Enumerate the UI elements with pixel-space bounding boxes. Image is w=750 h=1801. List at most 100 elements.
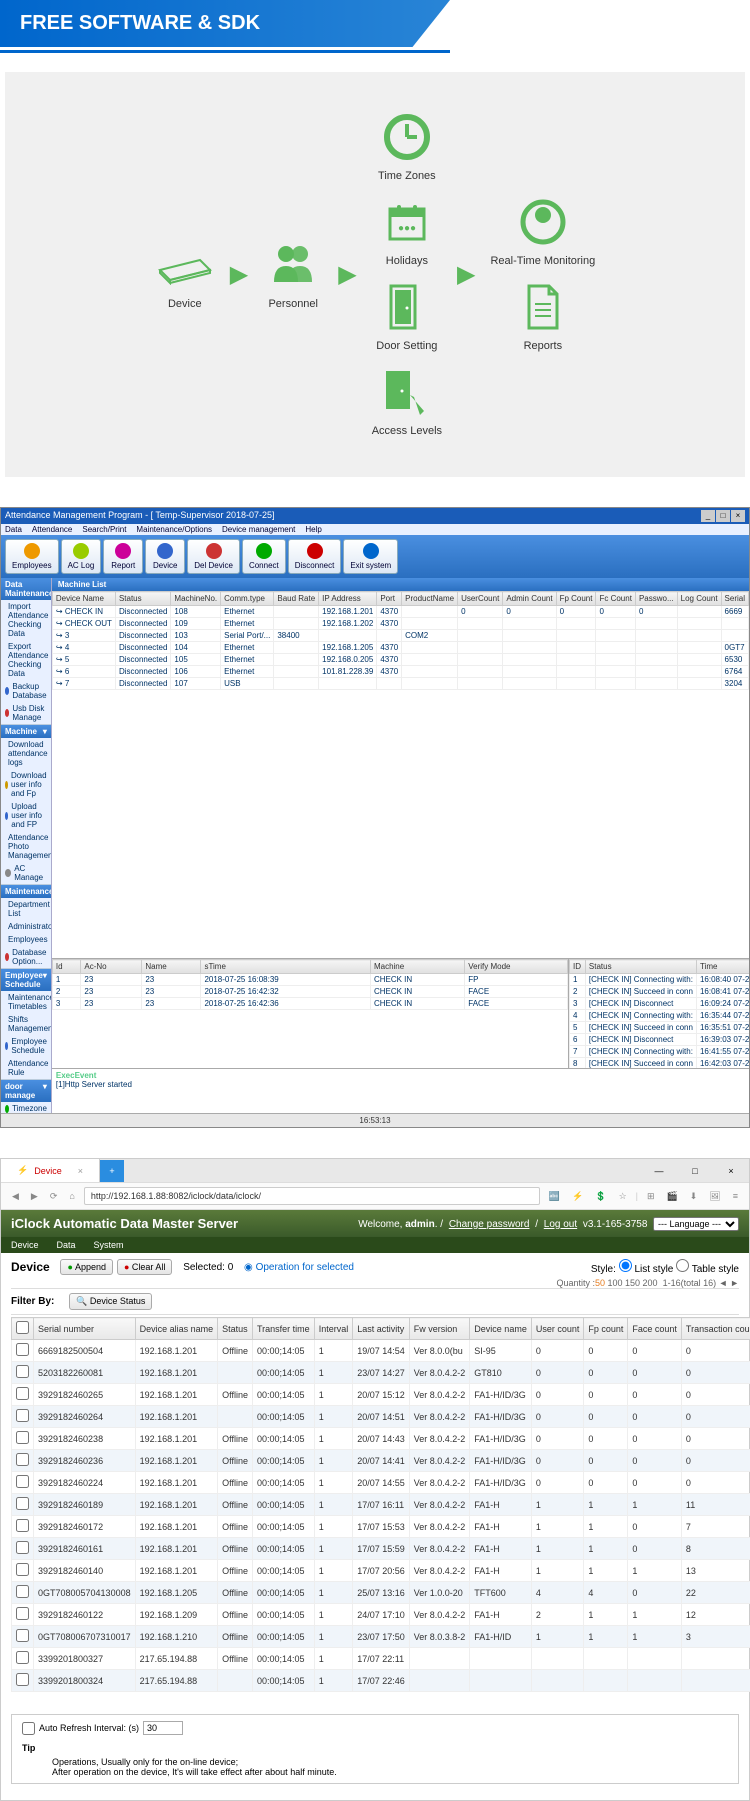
table-row[interactable]: 223232018-07-25 16:42:32CHECK INFACE (52, 986, 567, 998)
table-row[interactable]: ↪ 4Disconnected104Ethernet192.168.1.2054… (52, 642, 748, 654)
row-checkbox[interactable] (16, 1585, 29, 1598)
column-header[interactable]: Id (52, 960, 81, 974)
table-row[interactable]: 3929182460238192.168.1.201Offline00:00;1… (12, 1428, 750, 1450)
column-header[interactable]: User count (531, 1318, 584, 1340)
sidebar-item[interactable]: Download user info and Fp (1, 769, 51, 800)
status-log-table[interactable]: IDStatusTime 1[CHECK IN] Connecting with… (569, 959, 749, 1068)
table-row[interactable]: 0GT708005704130008192.168.1.205Offline00… (12, 1582, 750, 1604)
column-header[interactable]: MachineNo. (171, 592, 221, 606)
row-checkbox[interactable] (16, 1409, 29, 1422)
extension-icon[interactable]: 🎬 (664, 1191, 681, 1202)
sidebar-item[interactable]: Backup Database (1, 680, 51, 702)
menu-item[interactable]: Data (5, 525, 22, 534)
column-header[interactable]: Ac-No (81, 960, 142, 974)
column-header[interactable]: ProductName (402, 592, 458, 606)
table-row[interactable]: 7[CHECK IN] Connecting with:16:41:55 07-… (570, 1046, 750, 1058)
table-row[interactable]: 3929182460140192.168.1.201Offline00:00;1… (12, 1560, 750, 1582)
extension-icon[interactable]: ⊞ (644, 1191, 658, 1202)
column-header[interactable]: ID (570, 960, 586, 974)
row-checkbox[interactable] (16, 1475, 29, 1488)
minimize-button[interactable]: — (641, 1160, 677, 1182)
column-header[interactable]: sTime (201, 960, 371, 974)
nav-item[interactable]: System (94, 1240, 124, 1250)
table-row[interactable]: 3[CHECK IN] Disconnect16:09:24 07-25 (570, 998, 750, 1010)
toolbar-disconnect[interactable]: Disconnect (288, 539, 342, 574)
close-button[interactable]: × (713, 1160, 749, 1182)
new-tab-button[interactable]: + (100, 1160, 124, 1182)
op-for-selected[interactable]: ◉ Operation for selected (244, 1262, 354, 1273)
close-button[interactable]: × (731, 510, 745, 522)
toolbar-device[interactable]: Device (145, 539, 185, 574)
sidebar-item[interactable]: Usb Disk Manage (1, 702, 51, 724)
row-checkbox[interactable] (16, 1519, 29, 1532)
append-button[interactable]: ● Append (60, 1259, 112, 1275)
toolbar-del-device[interactable]: Del Device (187, 539, 240, 574)
select-all-checkbox[interactable] (16, 1321, 29, 1334)
row-checkbox[interactable] (16, 1541, 29, 1554)
reload-button[interactable]: ⟳ (47, 1191, 61, 1202)
forward-button[interactable]: ▶ (28, 1191, 41, 1202)
back-button[interactable]: ◀ (9, 1191, 22, 1202)
sidebar-item[interactable]: Export Attendance Checking Data (1, 640, 51, 680)
column-header[interactable]: Comm.type (221, 592, 274, 606)
extension-icon[interactable]: 🔤 (546, 1191, 563, 1202)
sidebar-item[interactable]: Administrator (1, 920, 51, 933)
close-tab-icon[interactable]: × (78, 1166, 83, 1176)
sidebar-item[interactable]: Timezone (1, 1102, 51, 1113)
menu-item[interactable]: Device management (222, 525, 295, 534)
column-header[interactable]: Status (218, 1318, 253, 1340)
machine-list-table[interactable]: Device NameStatusMachineNo.Comm.typeBaud… (52, 591, 749, 690)
column-header[interactable]: Verify Mode (465, 960, 568, 974)
table-row[interactable]: 1[CHECK IN] Connecting with:16:08:40 07-… (570, 974, 750, 986)
column-header[interactable]: Status (115, 592, 170, 606)
table-row[interactable]: 3399201800327217.65.194.88Offline00:00;1… (12, 1648, 750, 1670)
sidebar-item[interactable]: Maintenance Timetables (1, 991, 51, 1013)
sidebar-item[interactable]: Upload user info and FP (1, 800, 51, 831)
table-row[interactable]: 5[CHECK IN] Succeed in conn16:35:51 07-2… (570, 1022, 750, 1034)
column-header[interactable]: UserCount (458, 592, 503, 606)
extension-icon[interactable]: ⚡ (569, 1191, 586, 1202)
column-header[interactable] (12, 1318, 34, 1340)
column-header[interactable]: Log Count (677, 592, 721, 606)
toolbar-report[interactable]: Report (103, 539, 143, 574)
column-header[interactable]: Admin Count (503, 592, 556, 606)
sidebar-item[interactable]: Database Option... (1, 946, 51, 968)
row-checkbox[interactable] (16, 1365, 29, 1378)
toolbar-connect[interactable]: Connect (242, 539, 286, 574)
browser-tab[interactable]: ⚡Device× (1, 1159, 100, 1182)
table-row[interactable]: 323232018-07-25 16:42:36CHECK INFACE (52, 998, 567, 1010)
table-row[interactable]: ↪ 3Disconnected103Serial Port/...38400CO… (52, 630, 748, 642)
nav-item[interactable]: Device (11, 1240, 39, 1250)
device-status-button[interactable]: 🔍 Device Status (69, 1293, 152, 1310)
table-row[interactable]: 6669182500504192.168.1.201Offline00:00;1… (12, 1340, 750, 1362)
column-header[interactable]: Machine (370, 960, 464, 974)
column-header[interactable]: Serial (721, 592, 748, 606)
column-header[interactable]: Port (377, 592, 402, 606)
row-checkbox[interactable] (16, 1673, 29, 1686)
column-header[interactable]: Baud Rate (274, 592, 319, 606)
column-header[interactable]: Fw version (409, 1318, 470, 1340)
nav-prev[interactable]: ◄ (719, 1278, 728, 1288)
table-row[interactable]: 5203182260081192.168.1.20100:00;14:05123… (12, 1362, 750, 1384)
language-select[interactable]: --- Language --- (653, 1217, 739, 1231)
table-row[interactable]: 3929182460264192.168.1.20100:00;14:05120… (12, 1406, 750, 1428)
menu-item[interactable]: Search/Print (82, 525, 126, 534)
row-checkbox[interactable] (16, 1497, 29, 1510)
sidebar-item[interactable]: Employee Schedule (1, 1035, 51, 1057)
menu-item[interactable]: Maintenance/Options (136, 525, 212, 534)
sidebar-header[interactable]: Maintenance/Options▾ (1, 885, 51, 898)
maximize-button[interactable]: □ (716, 510, 730, 522)
sidebar-item[interactable]: Download attendance logs (1, 738, 51, 769)
row-checkbox[interactable] (16, 1629, 29, 1642)
log-table[interactable]: IdAc-NoNamesTimeMachineVerify Mode 12323… (52, 959, 568, 1010)
menu-item[interactable]: Attendance (32, 525, 72, 534)
sidebar-header[interactable]: door manage▾ (1, 1080, 51, 1102)
column-header[interactable]: Face count (628, 1318, 682, 1340)
sidebar-item[interactable]: Attendance Photo Management (1, 831, 51, 862)
menu-icon[interactable]: ≡ (730, 1191, 741, 1201)
sidebar-header[interactable]: Machine▾ (1, 725, 51, 738)
sidebar-item[interactable]: Import Attendance Checking Data (1, 600, 51, 640)
row-checkbox[interactable] (16, 1651, 29, 1664)
column-header[interactable]: Last activity (353, 1318, 410, 1340)
row-checkbox[interactable] (16, 1563, 29, 1576)
